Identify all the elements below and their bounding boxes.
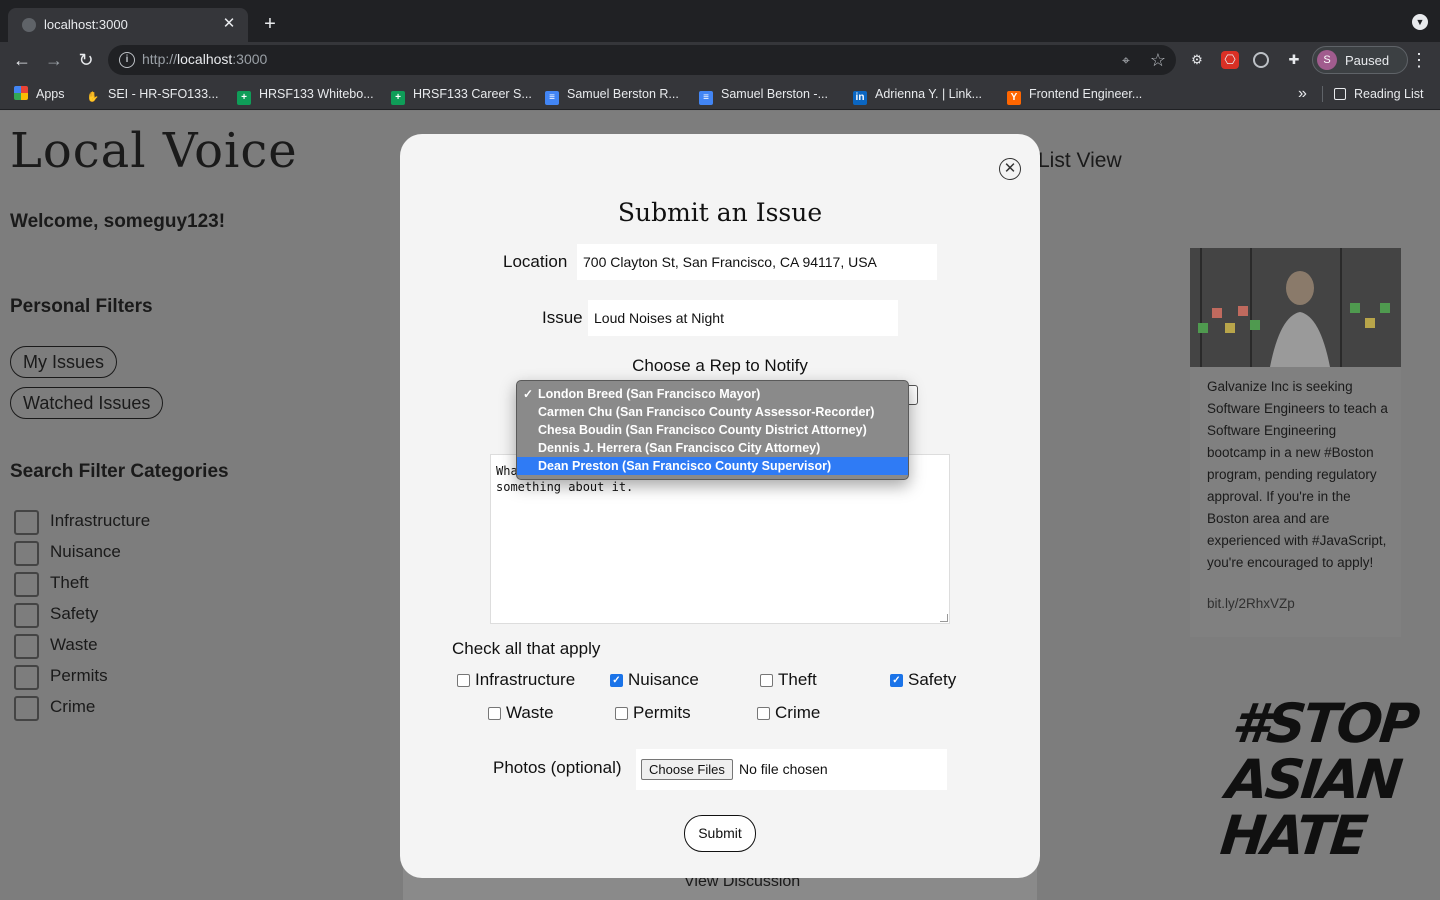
- target-extension-icon[interactable]: [1253, 52, 1269, 68]
- new-tab-button[interactable]: +: [258, 12, 282, 36]
- linkedin-icon: in: [853, 91, 867, 105]
- bookmark-item[interactable]: + HRSF133 Career S...: [391, 85, 532, 105]
- bookmark-item[interactable]: Y Frontend Engineer...: [1007, 85, 1142, 105]
- address-bar[interactable]: i http://localhost:3000 ⌖ ☆: [108, 45, 1176, 75]
- location-input[interactable]: 700 Clayton St, San Francisco, CA 94117,…: [577, 244, 937, 280]
- reading-list-button[interactable]: Reading List: [1334, 85, 1424, 103]
- gear-extension-icon[interactable]: ⚙: [1188, 51, 1206, 69]
- close-icon[interactable]: ✕: [999, 158, 1021, 180]
- tab-title: localhost:3000: [44, 17, 128, 32]
- rep-option[interactable]: Dennis J. Herrera (San Francisco City At…: [517, 439, 908, 457]
- reading-list-icon: [1334, 88, 1346, 100]
- back-arrow-icon[interactable]: ←: [10, 48, 34, 72]
- checkbox-checked[interactable]: ✓: [890, 674, 903, 687]
- bookmark-star-icon[interactable]: ☆: [1150, 50, 1166, 70]
- bookmark-item[interactable]: ≡ Samuel Berston R...: [545, 85, 679, 105]
- globe-icon: [22, 18, 36, 32]
- sheets-icon: +: [237, 91, 251, 105]
- red-extension-icon[interactable]: ⎔: [1221, 51, 1239, 69]
- submit-button[interactable]: Submit: [684, 815, 756, 852]
- browser-menu-icon[interactable]: ⋮: [1410, 48, 1428, 72]
- profile-status: Paused: [1345, 53, 1390, 68]
- issue-input[interactable]: Loud Noises at Night: [588, 300, 898, 336]
- checkbox[interactable]: [14, 634, 39, 659]
- ad-link[interactable]: bit.ly/2RhxVZp: [1207, 596, 1295, 611]
- browser-tabstrip: localhost:3000 ✕ + ▼: [0, 0, 1440, 42]
- checkbox[interactable]: [14, 572, 39, 597]
- checkbox[interactable]: [757, 707, 770, 720]
- profile-button[interactable]: S Paused: [1312, 46, 1408, 74]
- rep-label: Choose a Rep to Notify: [632, 356, 808, 375]
- close-tab-icon[interactable]: ✕: [218, 13, 240, 35]
- search-filter-heading: Search Filter Categories: [10, 461, 229, 482]
- forward-arrow-icon[interactable]: →: [42, 48, 66, 72]
- puzzle-extensions-icon[interactable]: ✚: [1285, 51, 1303, 69]
- file-status: No file chosen: [739, 761, 828, 777]
- hand-icon: ✋: [86, 92, 100, 103]
- choose-files-button[interactable]: Choose Files: [641, 759, 733, 780]
- submit-issue-modal: ✕ Submit an Issue Location 700 Clayton S…: [400, 134, 1040, 878]
- rep-option[interactable]: Chesa Boudin (San Francisco County Distr…: [517, 421, 908, 439]
- reload-icon[interactable]: ↻: [74, 48, 98, 72]
- bookmark-apps[interactable]: Apps: [14, 85, 65, 103]
- avatar: S: [1317, 50, 1337, 70]
- my-issues-button[interactable]: My Issues: [10, 346, 118, 378]
- app-logo[interactable]: Local Voice: [10, 123, 298, 179]
- checkbox[interactable]: [14, 510, 39, 535]
- checkbox[interactable]: [14, 665, 39, 690]
- rep-option-highlighted[interactable]: Dean Preston (San Francisco County Super…: [517, 457, 908, 475]
- rep-option[interactable]: ✓ London Breed (San Francisco Mayor): [517, 385, 908, 403]
- bookmark-item[interactable]: in Adrienna Y. | Link...: [853, 85, 982, 105]
- ad-photo: [1190, 248, 1401, 367]
- bookmark-item[interactable]: + HRSF133 Whitebo...: [237, 85, 374, 105]
- checkmark-icon: ✓: [523, 387, 534, 401]
- checkbox[interactable]: [14, 541, 39, 566]
- checkbox[interactable]: [14, 603, 39, 628]
- location-pin-icon[interactable]: ⌖: [1118, 52, 1134, 68]
- checkbox[interactable]: [488, 707, 501, 720]
- watched-issues-button[interactable]: Watched Issues: [10, 387, 164, 419]
- resize-handle-icon[interactable]: [940, 614, 948, 622]
- welcome-message: Welcome, someguy123!: [10, 211, 226, 232]
- bookmark-item[interactable]: ≡ Samuel Berston -...: [699, 85, 828, 105]
- location-label: Location: [503, 252, 568, 271]
- more-bookmarks-icon[interactable]: »: [1298, 85, 1307, 103]
- checkbox[interactable]: [615, 707, 628, 720]
- modal-title: Submit an Issue: [617, 198, 823, 227]
- personal-filters-heading: Personal Filters: [10, 296, 153, 317]
- photos-label: Photos (optional): [493, 758, 622, 777]
- checkbox[interactable]: [457, 674, 470, 687]
- checkbox-checked[interactable]: ✓: [610, 674, 623, 687]
- bookmarks-divider: [1322, 86, 1323, 102]
- browser-tab[interactable]: localhost:3000 ✕: [8, 8, 248, 42]
- job-ad-card[interactable]: Galvanize Inc is seeking Software Engine…: [1190, 248, 1401, 637]
- file-input[interactable]: Choose Files No file chosen: [636, 749, 947, 790]
- apps-grid-icon: [14, 86, 28, 100]
- docs-icon: ≡: [545, 91, 559, 105]
- stop-asian-hate-graphic: #STOP ASIAN HATE: [1217, 692, 1420, 867]
- rep-option[interactable]: Carmen Chu (San Francisco County Assesso…: [517, 403, 908, 421]
- checkbox[interactable]: [14, 696, 39, 721]
- bookmarks-bar: Apps ✋ SEI - HR-SFO133... + HRSF133 Whiteb…: [0, 78, 1440, 110]
- rep-dropdown-list[interactable]: ✓ London Breed (San Francisco Mayor) Carm…: [516, 380, 909, 480]
- docs-icon: ≡: [699, 91, 713, 105]
- url-text[interactable]: http://localhost:3000: [142, 51, 267, 67]
- ycombinator-icon: Y: [1007, 91, 1021, 105]
- check-heading: Check all that apply: [452, 639, 601, 658]
- checkbox[interactable]: [760, 674, 773, 687]
- ad-text: Galvanize Inc is seeking Software Engine…: [1207, 379, 1388, 570]
- sheets-icon: +: [391, 91, 405, 105]
- issue-label: Issue: [542, 308, 583, 327]
- list-view-link[interactable]: List View: [1038, 149, 1122, 173]
- browser-toolbar: ← → ↻ i http://localhost:3000 ⌖ ☆ ⚙ ⎔ ✚ …: [0, 42, 1440, 78]
- site-info-icon[interactable]: i: [119, 52, 135, 68]
- tab-search-icon[interactable]: ▼: [1412, 14, 1428, 30]
- bookmark-item[interactable]: ✋ SEI - HR-SFO133...: [86, 85, 219, 103]
